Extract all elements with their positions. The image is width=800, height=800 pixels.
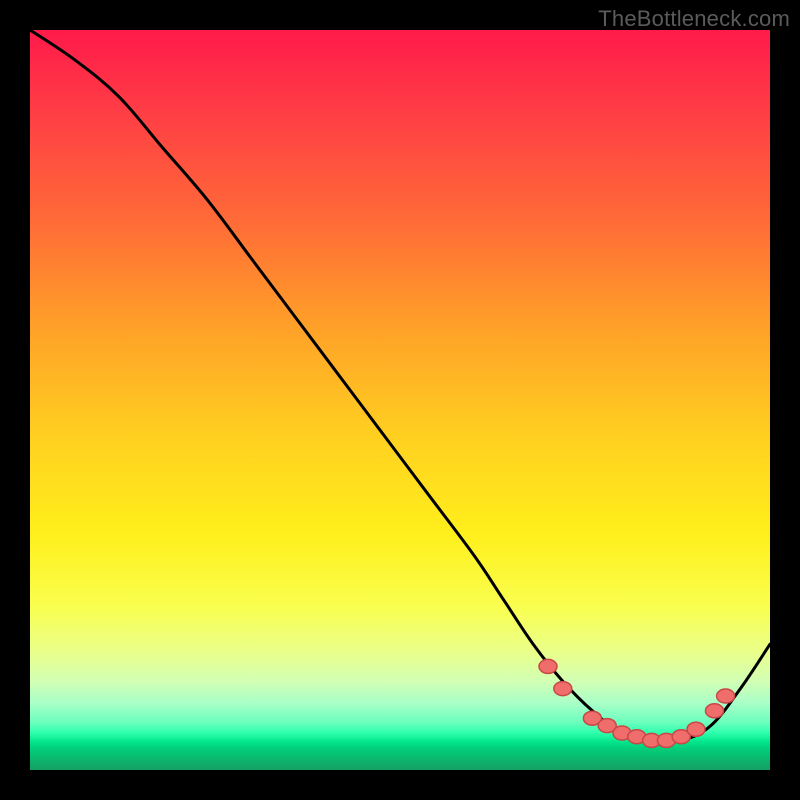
marker-dot [717,689,735,703]
marker-dot [554,682,572,696]
marker-dot [687,722,705,736]
chart-svg [30,30,770,770]
watermark-text: TheBottleneck.com [598,6,790,32]
marker-dot [539,659,557,673]
bottleneck-curve [30,30,770,742]
chart-frame: TheBottleneck.com [0,0,800,800]
marker-dot [706,704,724,718]
marker-group [539,659,735,747]
plot-area [30,30,770,770]
